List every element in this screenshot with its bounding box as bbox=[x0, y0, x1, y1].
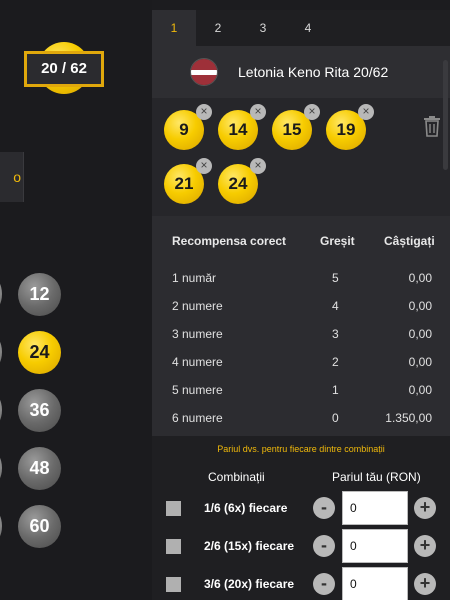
remove-icon[interactable]: × bbox=[196, 158, 212, 174]
col-wrong-header: Greșit bbox=[320, 234, 355, 248]
number-ball[interactable]: 60 bbox=[18, 505, 61, 548]
picked-ball: 14 × bbox=[218, 104, 266, 150]
row-wrong: 3 bbox=[332, 327, 339, 341]
row-wrong: 1 bbox=[332, 383, 339, 397]
remove-icon[interactable]: × bbox=[196, 104, 212, 120]
picked-ball: 24 × bbox=[218, 158, 266, 204]
picked-numbers: 9 × 14 × 15 × 19 × 21 × 24 × bbox=[152, 98, 450, 216]
combination-checkbox[interactable] bbox=[166, 539, 181, 554]
partial-ball bbox=[0, 509, 2, 543]
increase-button[interactable]: + bbox=[414, 497, 436, 519]
combination-checkbox[interactable] bbox=[166, 501, 181, 516]
bet-row: 1/6 (6x) fiecare - + bbox=[152, 491, 450, 525]
row-wrong: 2 bbox=[332, 355, 339, 369]
increase-button[interactable]: + bbox=[414, 535, 436, 557]
combination-label: 3/6 (20x) fiecare bbox=[204, 577, 295, 591]
picked-ball: 15 × bbox=[272, 104, 320, 150]
row-label: 4 numere bbox=[172, 355, 223, 369]
col-win-header: Câștigați bbox=[384, 234, 435, 248]
remove-icon[interactable]: × bbox=[358, 104, 374, 120]
row-win: 0,00 bbox=[408, 299, 432, 313]
payout-table: Recompensa corect Greșit Câștigați 1 num… bbox=[152, 216, 450, 436]
row-win: 0,00 bbox=[408, 355, 432, 369]
table-row: 2 numere 4 0,00 bbox=[152, 292, 450, 320]
picked-ball-label: 9 bbox=[179, 120, 189, 139]
picked-ball-label: 19 bbox=[336, 120, 356, 139]
row-win: 0,00 bbox=[408, 271, 432, 285]
row-wrong: 5 bbox=[332, 271, 339, 285]
table-row: 4 numere 2 0,00 bbox=[152, 348, 450, 376]
betslip-tabs: 1 2 3 4 bbox=[152, 10, 450, 46]
picked-ball-label: 21 bbox=[174, 174, 194, 193]
decrease-button[interactable]: - bbox=[313, 573, 335, 595]
bet-amount-input[interactable] bbox=[342, 529, 408, 563]
picked-ball-label: 14 bbox=[228, 120, 248, 139]
combination-label: 1/6 (6x) fiecare bbox=[204, 501, 288, 515]
partial-ball bbox=[0, 451, 2, 485]
decrease-button[interactable]: - bbox=[313, 497, 335, 519]
row-win: 1.350,00 bbox=[385, 411, 432, 425]
bet-section: Pariul dvs. pentru fiecare dintre combin… bbox=[152, 436, 450, 600]
number-ball[interactable]: 48 bbox=[18, 447, 61, 490]
table-row: 5 numere 1 0,00 bbox=[152, 376, 450, 404]
tab-1[interactable]: 1 bbox=[152, 10, 196, 46]
picked-ball-label: 15 bbox=[282, 120, 302, 139]
increase-button[interactable]: + bbox=[414, 573, 436, 595]
partial-ball bbox=[0, 277, 2, 311]
table-row: 3 numere 3 0,00 bbox=[152, 320, 450, 348]
picked-ball: 21 × bbox=[164, 158, 212, 204]
remove-icon[interactable]: × bbox=[250, 104, 266, 120]
scrollbar[interactable] bbox=[443, 60, 448, 170]
partial-ball bbox=[0, 335, 2, 369]
row-label: 6 numere bbox=[172, 411, 223, 425]
row-label: 3 numere bbox=[172, 327, 223, 341]
latvia-flag-icon bbox=[190, 58, 218, 86]
table-row: 6 numere 0 1.350,00 bbox=[152, 404, 450, 432]
picked-ball: 9 × bbox=[164, 104, 212, 150]
bet-row: 3/6 (20x) fiecare - + bbox=[152, 567, 450, 600]
row-win: 0,00 bbox=[408, 327, 432, 341]
picked-ball: 19 × bbox=[326, 104, 374, 150]
decrease-button[interactable]: - bbox=[313, 535, 335, 557]
combination-checkbox[interactable] bbox=[166, 577, 181, 592]
partial-ball bbox=[0, 393, 2, 427]
betslip-panel: 1 2 3 4 Letonia Keno Rita 20/62 9 × 14 ×… bbox=[152, 10, 450, 600]
table-row: 1 număr 5 0,00 bbox=[152, 264, 450, 292]
game-header: Letonia Keno Rita 20/62 bbox=[152, 46, 450, 98]
number-ball[interactable]: 12 bbox=[18, 273, 61, 316]
draw-counter: 20 / 62 bbox=[24, 51, 104, 87]
side-button[interactable]: o bbox=[0, 152, 24, 202]
combinations-header: Combinații bbox=[208, 470, 265, 484]
bet-row: 2/6 (15x) fiecare - + bbox=[152, 529, 450, 563]
col-correct-header: Recompensa corect bbox=[172, 234, 287, 248]
bet-amount-input[interactable] bbox=[342, 567, 408, 600]
tab-4[interactable]: 4 bbox=[286, 10, 330, 46]
row-label: 5 numere bbox=[172, 383, 223, 397]
row-win: 0,00 bbox=[408, 383, 432, 397]
number-ball-selected[interactable]: 24 bbox=[18, 331, 61, 374]
row-label: 2 numere bbox=[172, 299, 223, 313]
bet-note: Pariul dvs. pentru fiecare dintre combin… bbox=[217, 444, 385, 454]
picked-ball-label: 24 bbox=[228, 174, 248, 193]
number-ball[interactable]: 36 bbox=[18, 389, 61, 432]
tab-2[interactable]: 2 bbox=[196, 10, 240, 46]
combination-label: 2/6 (15x) fiecare bbox=[204, 539, 295, 553]
remove-icon[interactable]: × bbox=[304, 104, 320, 120]
remove-icon[interactable]: × bbox=[250, 158, 266, 174]
draw-area: 20 / 62 o 12 24 36 48 60 bbox=[0, 0, 152, 600]
game-title: Letonia Keno Rita 20/62 bbox=[238, 64, 389, 80]
row-wrong: 4 bbox=[332, 299, 339, 313]
trash-icon[interactable] bbox=[420, 114, 444, 138]
tab-3[interactable]: 3 bbox=[241, 10, 285, 46]
bet-amount-header: Pariul tău (RON) bbox=[332, 470, 421, 484]
bet-amount-input[interactable] bbox=[342, 491, 408, 525]
row-wrong: 0 bbox=[332, 411, 339, 425]
row-label: 1 număr bbox=[172, 271, 217, 285]
